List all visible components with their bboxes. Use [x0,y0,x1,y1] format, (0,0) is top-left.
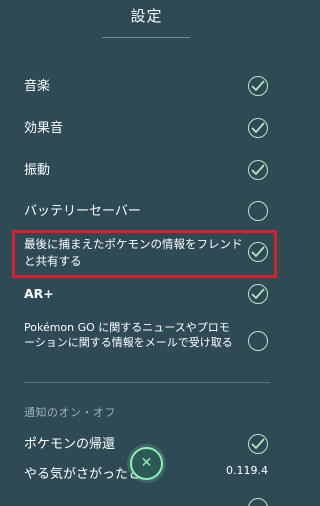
checked-checkbox-icon[interactable] [248,160,268,180]
setting-email-news[interactable]: Pokémon GO に関するニュースやプロモーションに関する情報をメールで受け… [0,320,293,368]
setting-label: 効果音 [24,121,64,136]
setting-label: 最後に捕まえたポケモンの情報をフレンドと共有する [24,237,243,268]
checked-checkbox-icon[interactable] [248,284,268,304]
setting-label: Pokémon GO に関するニュースやプロモーションに関する情報をメールで受け… [24,321,233,349]
setting-label: 振動 [24,163,51,178]
close-button[interactable]: ✕ [130,447,163,480]
page-title: 設定 [130,7,163,25]
setting-label: 音楽 [24,79,51,94]
title-divider [102,37,190,38]
settings-screen: 設定 音楽 効果音 振動 バッテリーセーバー 最後に捕まえたポケモンの情報をフレ… [0,0,293,506]
setting-label: ポケモンの帰還 [24,437,116,452]
setting-label: バッテリーセーバー [24,204,141,219]
setting-share-last-caught[interactable]: 最後に捕まえたポケモンの情報をフレンドと共有する [0,231,293,279]
unchecked-checkbox-icon[interactable] [248,331,268,351]
unchecked-checkbox-icon[interactable] [248,201,268,221]
version-number: 0.119.4 [226,464,268,477]
close-icon: ✕ [140,455,153,471]
checked-checkbox-icon[interactable] [248,76,268,96]
checked-checkbox-icon[interactable] [248,498,268,506]
setting-label: AR+ [24,286,54,301]
checked-checkbox-icon[interactable] [248,118,268,138]
notifications-heading: 通知のオン・オフ [24,406,116,419]
checked-checkbox-icon[interactable] [248,242,268,262]
checked-checkbox-icon[interactable] [248,434,268,454]
section-divider [24,382,270,383]
